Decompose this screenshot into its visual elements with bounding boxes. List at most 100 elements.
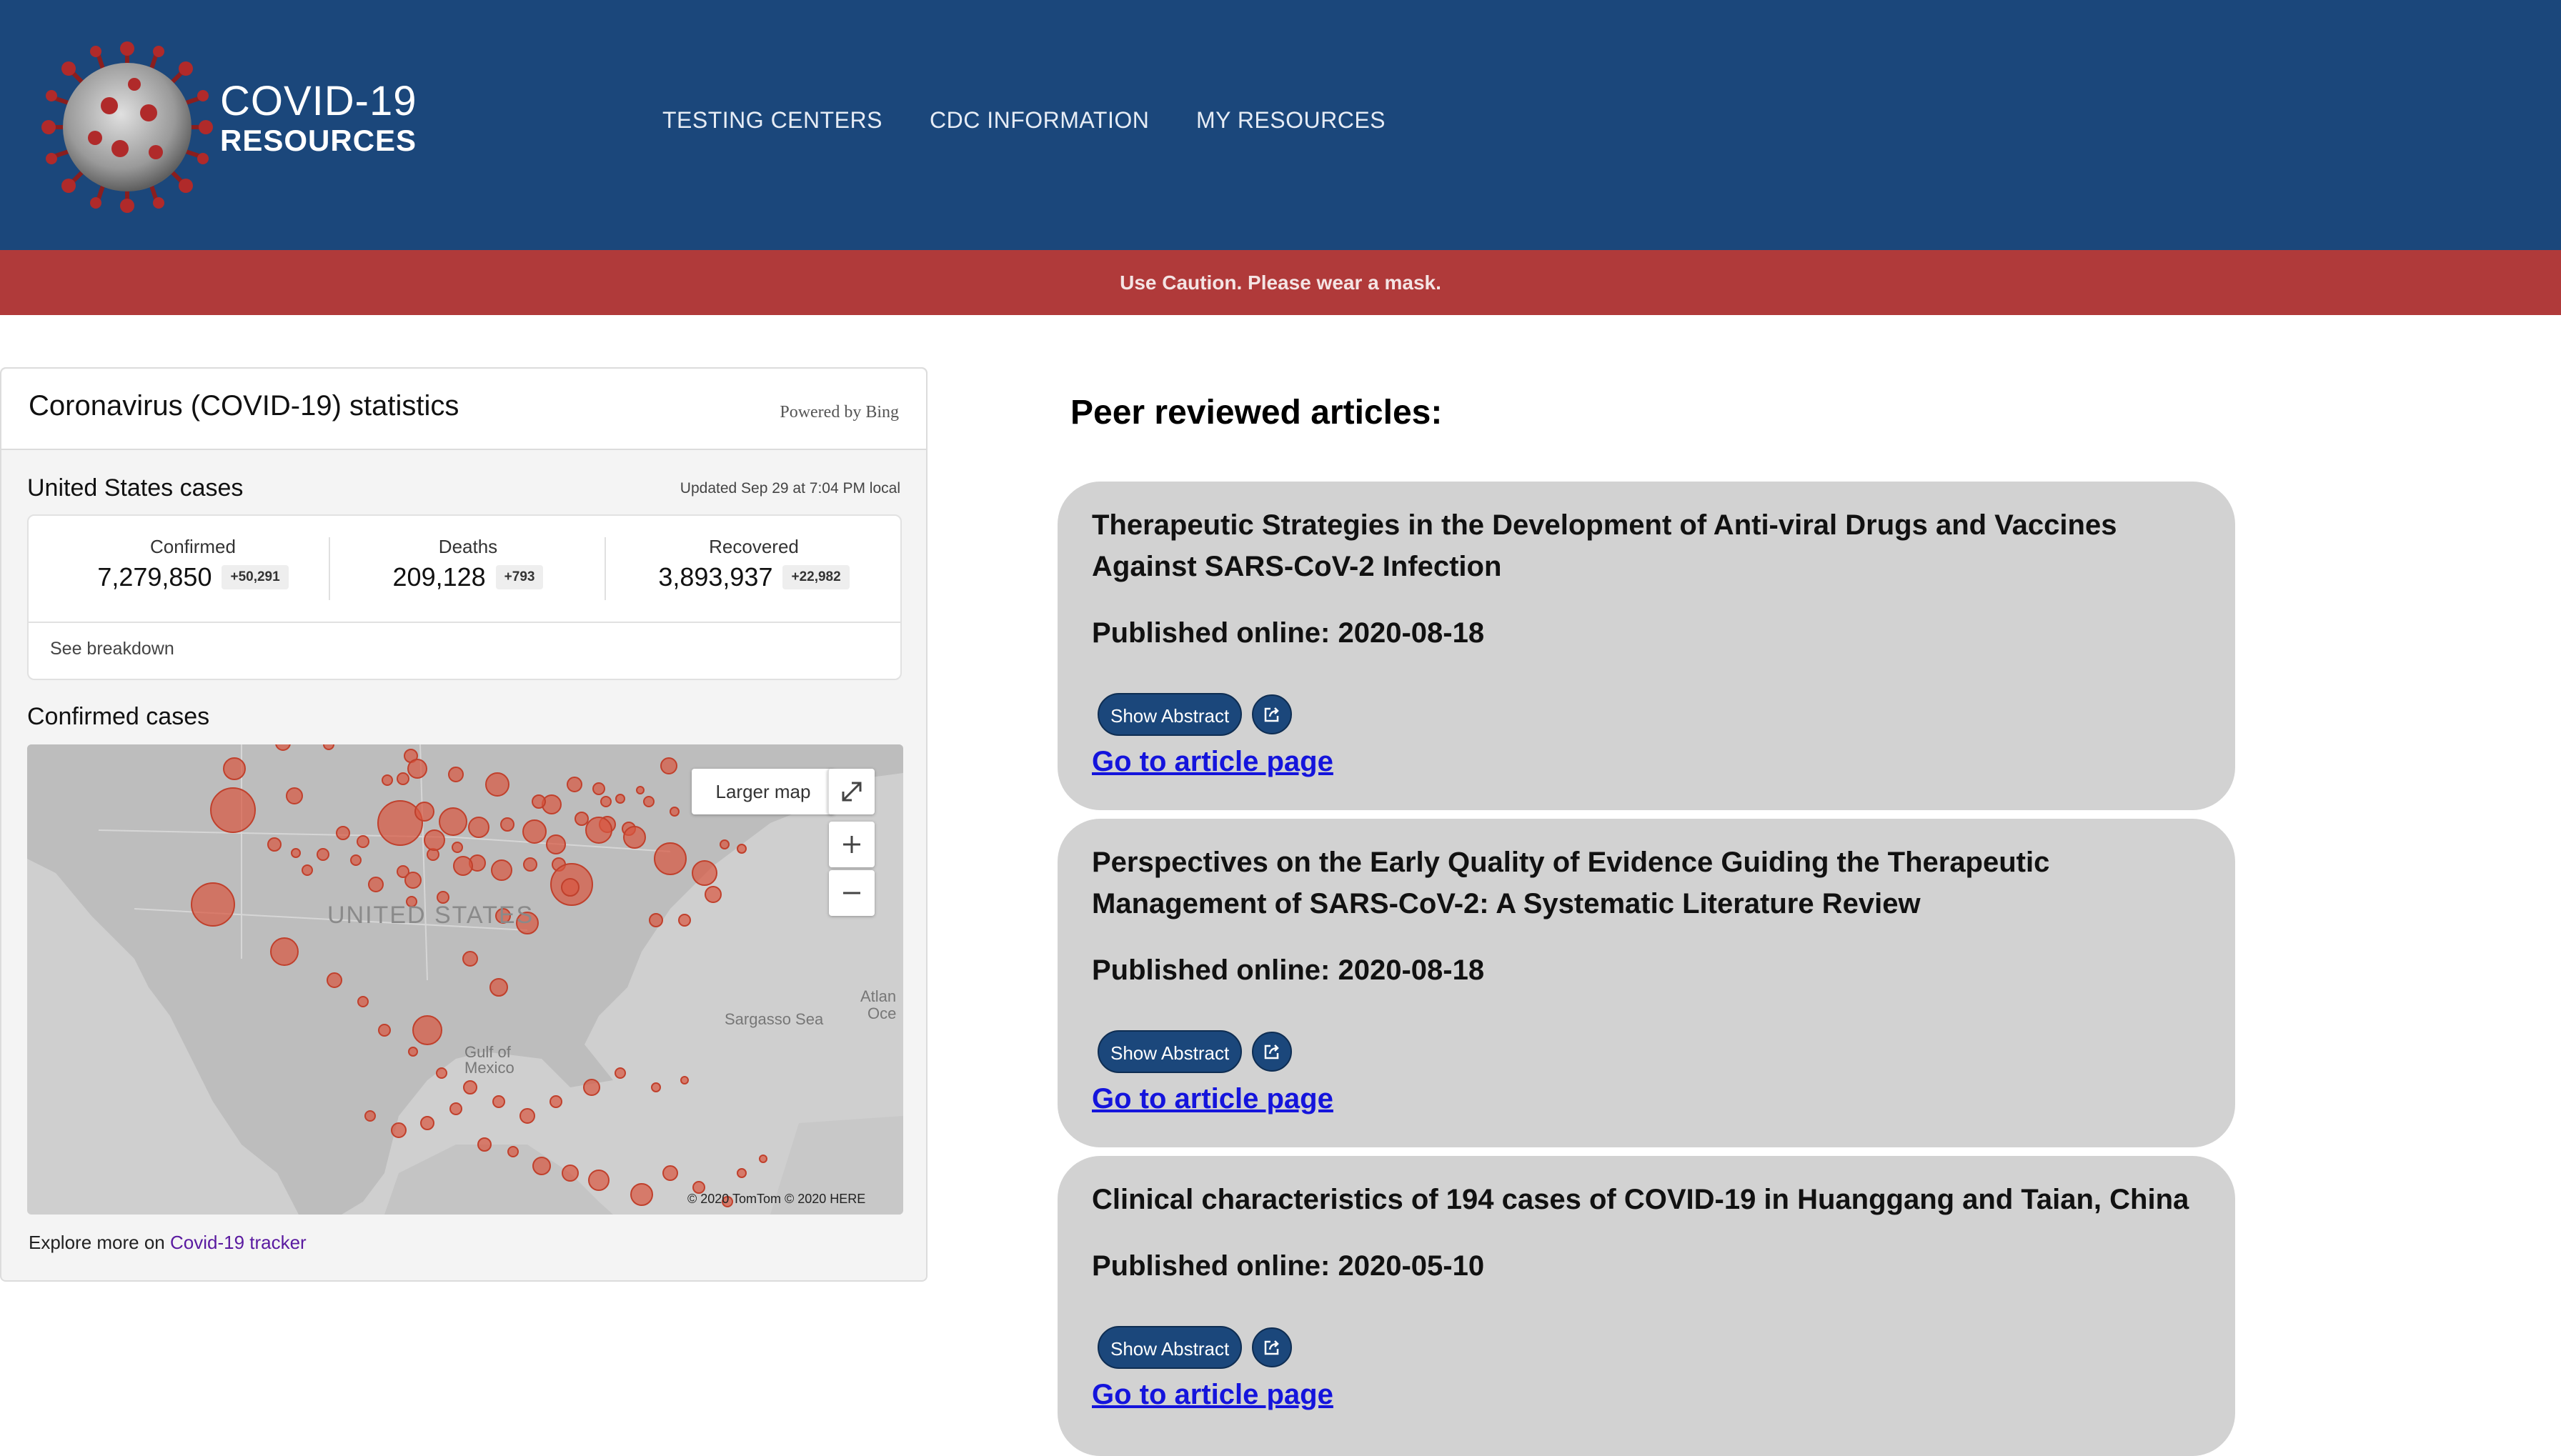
case-bubble[interactable] [523, 857, 537, 872]
case-bubble[interactable] [561, 878, 580, 897]
case-bubble[interactable] [302, 864, 313, 876]
case-bubble[interactable] [404, 872, 422, 889]
case-bubble[interactable] [317, 848, 329, 861]
case-bubble[interactable] [439, 807, 467, 836]
case-bubble[interactable] [350, 854, 362, 866]
logo-text[interactable]: COVID-19 RESOURCES [220, 79, 417, 157]
case-bubble[interactable] [662, 1165, 678, 1181]
case-bubble[interactable] [463, 1080, 477, 1095]
case-bubble[interactable] [462, 951, 478, 967]
case-bubble[interactable] [585, 817, 612, 844]
case-bubble[interactable] [424, 829, 445, 851]
show-abstract-button[interactable]: Show Abstract [1098, 1030, 1243, 1073]
case-bubble[interactable] [583, 1079, 600, 1096]
see-breakdown-link[interactable]: See breakdown [50, 639, 174, 659]
case-bubble[interactable] [270, 937, 299, 966]
case-bubble[interactable] [532, 1157, 551, 1175]
case-bubble[interactable] [500, 817, 514, 832]
case-bubble[interactable] [654, 842, 687, 875]
case-bubble[interactable] [678, 914, 691, 927]
case-bubble[interactable] [492, 1095, 505, 1108]
case-bubble[interactable] [600, 796, 612, 807]
case-bubble[interactable] [323, 744, 334, 750]
case-bubble[interactable] [286, 787, 303, 804]
case-bubble[interactable] [562, 1165, 579, 1182]
case-bubble[interactable] [592, 782, 605, 795]
case-bubble[interactable] [453, 856, 473, 876]
case-bubble[interactable] [630, 1183, 653, 1206]
confirmed-cases-map[interactable]: UNITED STATES Gulf of Mexico Sargasso Se… [27, 744, 903, 1215]
case-bubble[interactable] [267, 837, 282, 852]
case-bubble[interactable] [223, 757, 246, 780]
share-button[interactable] [1252, 1032, 1292, 1072]
case-bubble[interactable] [623, 826, 646, 849]
case-bubble[interactable] [532, 794, 546, 809]
case-bubble[interactable] [449, 1102, 462, 1115]
case-bubble[interactable] [448, 767, 464, 782]
case-bubble[interactable] [643, 796, 655, 807]
case-bubble[interactable] [615, 794, 625, 804]
case-bubble[interactable] [575, 812, 589, 826]
case-bubble[interactable] [414, 802, 434, 822]
case-bubble[interactable] [649, 913, 663, 927]
case-bubble[interactable] [412, 1015, 442, 1045]
go-to-article-link[interactable]: Go to article page [1092, 746, 1333, 778]
case-bubble[interactable] [407, 759, 427, 779]
case-bubble[interactable] [477, 1137, 492, 1152]
case-bubble[interactable] [636, 786, 645, 794]
case-bubble[interactable] [546, 834, 566, 854]
case-bubble[interactable] [759, 1155, 767, 1163]
case-bubble[interactable] [670, 807, 680, 817]
case-bubble[interactable] [680, 1076, 689, 1084]
show-abstract-button[interactable]: Show Abstract [1098, 1326, 1243, 1369]
case-bubble[interactable] [550, 1095, 562, 1108]
case-bubble[interactable] [588, 1170, 610, 1191]
case-bubble[interactable] [485, 772, 509, 797]
case-bubble[interactable] [692, 860, 717, 886]
case-bubble[interactable] [436, 1067, 447, 1079]
case-bubble[interactable] [452, 842, 463, 853]
case-bubble[interactable] [507, 1146, 519, 1157]
case-bubble[interactable] [391, 1122, 407, 1138]
case-bubble[interactable] [397, 772, 409, 785]
case-bubble[interactable] [382, 774, 393, 786]
coronavirus-logo-icon[interactable] [41, 41, 213, 213]
case-bubble[interactable] [567, 777, 582, 792]
larger-map-button[interactable]: Larger map [692, 769, 835, 814]
case-bubble[interactable] [737, 844, 747, 854]
case-bubble[interactable] [420, 1116, 434, 1130]
case-bubble[interactable] [660, 757, 677, 774]
case-bubble[interactable] [327, 972, 342, 988]
share-button[interactable] [1252, 1327, 1292, 1367]
nav-my-resources[interactable]: MY RESOURCES [1196, 107, 1386, 134]
case-bubble[interactable] [737, 1168, 747, 1178]
case-bubble[interactable] [357, 996, 369, 1007]
nav-testing-centers[interactable]: TESTING CENTERS [662, 107, 882, 134]
zoom-in-button[interactable] [829, 822, 875, 867]
show-abstract-button[interactable]: Show Abstract [1098, 693, 1243, 736]
case-bubble[interactable] [522, 819, 547, 844]
case-bubble[interactable] [378, 1024, 391, 1037]
case-bubble[interactable] [210, 787, 256, 833]
powered-by-label[interactable]: Powered by Bing [780, 403, 899, 422]
case-bubble[interactable] [408, 1047, 418, 1057]
case-bubble[interactable] [720, 839, 730, 849]
case-bubble[interactable] [491, 859, 512, 881]
case-bubble[interactable] [651, 1082, 661, 1092]
case-bubble[interactable] [336, 826, 350, 840]
case-bubble[interactable] [357, 835, 369, 848]
covid-tracker-link[interactable]: Covid-19 tracker [170, 1232, 307, 1253]
case-bubble[interactable] [705, 886, 722, 903]
zoom-out-button[interactable] [829, 870, 875, 916]
nav-cdc-information[interactable]: CDC INFORMATION [930, 107, 1149, 134]
case-bubble[interactable] [519, 1108, 535, 1124]
case-bubble[interactable] [468, 817, 489, 838]
case-bubble[interactable] [489, 978, 508, 997]
go-to-article-link[interactable]: Go to article page [1092, 1083, 1333, 1115]
share-button[interactable] [1252, 694, 1292, 734]
case-bubble[interactable] [191, 882, 235, 927]
case-bubble[interactable] [615, 1067, 626, 1079]
go-to-article-link[interactable]: Go to article page [1092, 1379, 1333, 1411]
case-bubble[interactable] [291, 848, 301, 858]
expand-map-button[interactable] [827, 769, 875, 814]
